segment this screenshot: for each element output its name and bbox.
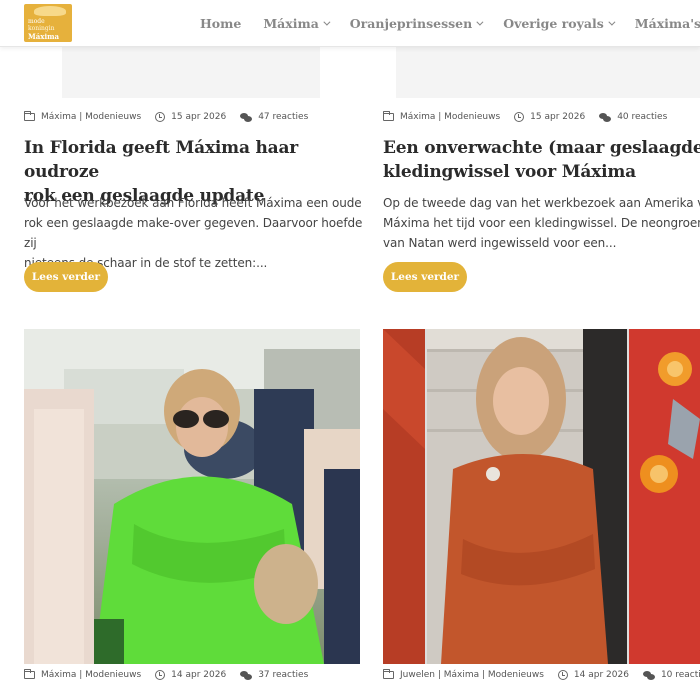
excerpt-line: van Natan werd ingewisseld voor een... — [383, 236, 617, 250]
nav-item-overige-royals[interactable]: Overige royals — [503, 16, 616, 31]
folder-icon — [24, 111, 35, 121]
post-excerpt: Voor het werkbezoek aan Florida heeft Má… — [24, 193, 364, 273]
post-comments[interactable]: 37 reacties — [258, 670, 308, 680]
folder-icon — [24, 669, 35, 679]
nav-label: Overige royals — [503, 16, 604, 31]
post-category[interactable]: Máxima | Modenieuws — [400, 112, 500, 122]
post-category[interactable]: Juwelen | Máxima | Modenieuws — [400, 670, 544, 680]
excerpt-line: Máxima het tijd voor een kledingwissel. … — [383, 216, 700, 230]
excerpt-line: Op de tweede dag van het werkbezoek aan … — [383, 196, 700, 210]
chevron-down-icon — [476, 18, 484, 26]
article-image-top-left[interactable] — [62, 47, 320, 98]
post-title-line: In Florida geeft Máxima haar oudroze — [24, 138, 299, 182]
post-date: 15 apr 2026 — [530, 112, 586, 122]
clock-icon — [514, 112, 525, 122]
photo-illustration — [24, 329, 360, 664]
comments-icon — [642, 670, 655, 680]
nav-label: Oranjeprinsessen — [349, 16, 473, 31]
read-more-button[interactable]: Lees verder — [24, 262, 108, 292]
excerpt-line: rok een geslaagde make-over gegeven. Daa… — [24, 216, 363, 250]
post-date: 14 apr 2026 — [573, 670, 629, 680]
post-comments[interactable]: 10 reacties — [661, 670, 700, 680]
post-meta: Máxima | Modenieuws 14 apr 2026 37 react… — [24, 669, 308, 680]
comments-icon — [240, 112, 253, 122]
site-header: mode koningin Máxima Home Máxima Oranjep… — [0, 0, 700, 47]
article-photo-orange-dress[interactable] — [383, 329, 700, 664]
read-more-button[interactable]: Lees verder — [383, 262, 467, 292]
excerpt-line: Voor het werkbezoek aan Florida heeft Má… — [24, 196, 362, 210]
post-comments[interactable]: 47 reacties — [258, 112, 308, 122]
comments-icon — [599, 112, 612, 122]
post-meta: Máxima | Modenieuws 15 apr 2026 47 react… — [24, 111, 308, 122]
nav-label: Home — [200, 16, 242, 31]
folder-icon — [383, 669, 394, 679]
post-meta: Juwelen | Máxima | Modenieuws 14 apr 202… — [383, 669, 700, 680]
main-nav: Home Máxima Oranjeprinsessen Overige roy… — [200, 0, 700, 47]
logo-line-1: mode — [28, 18, 45, 25]
post-title-line: Een onverwachte (maar geslaagde) — [383, 138, 700, 158]
folder-icon — [383, 111, 394, 121]
nav-item-home[interactable]: Home — [200, 16, 241, 31]
nav-item-maxima[interactable]: Máxima — [263, 16, 331, 31]
post-meta: Máxima | Modenieuws 15 apr 2026 40 react… — [383, 111, 667, 122]
clock-icon — [155, 112, 166, 122]
post-date: 15 apr 2026 — [171, 112, 227, 122]
nav-label: Máxima — [263, 16, 319, 31]
post-excerpt: Op de tweede dag van het werkbezoek aan … — [383, 193, 700, 253]
nav-item-maximas-kast[interactable]: Máxima's kast — [635, 16, 700, 31]
post-category[interactable]: Máxima | Modenieuws — [41, 112, 141, 122]
post-category[interactable]: Máxima | Modenieuws — [41, 670, 141, 680]
chevron-down-icon — [323, 18, 331, 26]
nav-item-oranjeprinsessen[interactable]: Oranjeprinsessen — [349, 16, 484, 31]
post-title[interactable]: Een onverwachte (maar geslaagde) kleding… — [383, 136, 700, 184]
photo-illustration — [383, 329, 700, 664]
logo-line-3: Máxima — [28, 32, 60, 41]
clock-icon — [557, 670, 568, 680]
nav-label: Máxima's kast — [634, 16, 700, 31]
chevron-down-icon — [608, 18, 616, 26]
comments-icon — [240, 670, 253, 680]
site-logo[interactable]: mode koningin Máxima — [24, 4, 72, 42]
clock-icon — [155, 670, 166, 680]
hat-icon — [34, 6, 66, 16]
post-title-line: kledingwissel voor Máxima — [383, 162, 636, 182]
article-image-top-right[interactable] — [396, 47, 700, 98]
logo-line-2: koningin — [28, 25, 55, 32]
article-photo-green-outfit[interactable] — [24, 329, 360, 664]
post-date: 14 apr 2026 — [171, 670, 227, 680]
post-comments[interactable]: 40 reacties — [617, 112, 667, 122]
